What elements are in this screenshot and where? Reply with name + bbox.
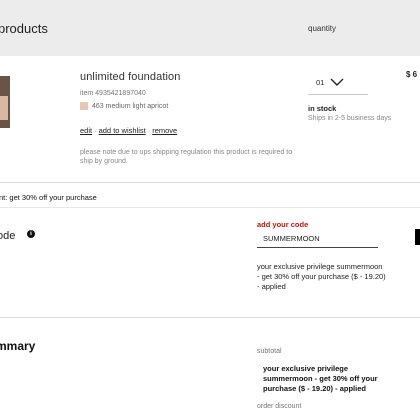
quantity-value: 01	[316, 77, 325, 87]
remove-link[interactable]: remove	[152, 126, 177, 135]
quantity-underline	[308, 94, 368, 95]
shade-swatch	[80, 102, 88, 110]
shipping-regulation-note: please note due to ups shipping regulati…	[80, 149, 293, 165]
products-heading: products	[0, 21, 48, 36]
products-header-bar	[0, 0, 420, 56]
stock-status: in stock	[308, 104, 337, 113]
product-thumbnail-highlight	[0, 96, 8, 120]
promo-banner: nt: get 30% off your purchase	[0, 193, 97, 202]
divider	[0, 182, 420, 183]
add-to-wishlist-link[interactable]: add to wishlist	[99, 126, 146, 135]
quantity-dropdown[interactable]: 01	[308, 74, 352, 90]
promo-code-input[interactable]	[257, 230, 378, 248]
ship-time: Ships in 2-5 business days	[308, 115, 392, 122]
item-number: item 4935421897040	[80, 90, 146, 97]
summary-privilege-line: your exclusive privilege summermoon - ge…	[263, 364, 378, 393]
info-icon[interactable]: i	[27, 230, 35, 238]
promo-code-label: ode	[0, 230, 16, 242]
order-summary-title: mmary	[0, 339, 36, 353]
privilege-applied-message: your exclusive privilege summermoon - ge…	[257, 262, 386, 291]
quantity-column-header: quantity	[308, 24, 337, 33]
add-code-label: add your code	[257, 220, 309, 229]
action-separator: ·	[94, 126, 97, 135]
product-price: $ 6	[406, 70, 418, 79]
product-actions: edit · add to wishlist · remove	[80, 126, 177, 135]
divider	[0, 317, 420, 318]
product-name[interactable]: unlimited foundation	[80, 71, 180, 83]
shade-label: 463 medium light apricot	[92, 103, 169, 110]
action-separator: ·	[147, 126, 151, 135]
chevron-down-icon	[330, 78, 344, 86]
subtotal-label: subtotal	[257, 348, 282, 355]
divider	[0, 207, 420, 208]
order-discount-label: order discount	[257, 403, 302, 410]
edit-link[interactable]: edit	[80, 126, 92, 135]
apply-code-button[interactable]	[415, 229, 420, 245]
